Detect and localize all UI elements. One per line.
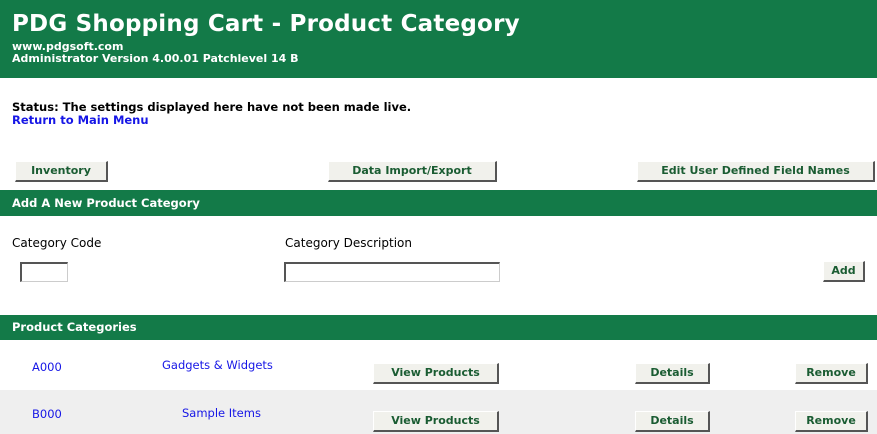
category-description-input[interactable] [284, 262, 500, 282]
details-button[interactable]: Details [635, 363, 710, 384]
category-code-link[interactable]: B000 [32, 407, 62, 421]
product-categories-heading: Product Categories [0, 315, 877, 340]
page-header: PDG Shopping Cart - Product Category www… [0, 0, 877, 78]
details-button[interactable]: Details [635, 411, 710, 432]
inventory-button[interactable]: Inventory [15, 161, 108, 182]
status-message: Status: The settings displayed here have… [12, 100, 412, 114]
view-products-button[interactable]: View Products [373, 411, 499, 432]
remove-button[interactable]: Remove [795, 411, 868, 432]
category-code-input[interactable] [20, 262, 68, 282]
data-import-export-button[interactable]: Data Import/Export [328, 161, 497, 182]
edit-user-defined-field-names-button[interactable]: Edit User Defined Field Names [637, 161, 875, 182]
return-to-main-menu-link[interactable]: Return to Main Menu [12, 113, 149, 127]
add-category-heading: Add A New Product Category [0, 190, 877, 216]
version-info: Administrator Version 4.00.01 Patchlevel… [12, 52, 299, 65]
table-row: B000 Sample Items View Products Details … [0, 390, 877, 434]
category-description-link[interactable]: Gadgets & Widgets [162, 358, 273, 372]
category-description-link[interactable]: Sample Items [182, 406, 261, 420]
category-code-label: Category Code [12, 236, 102, 250]
page-title: PDG Shopping Cart - Product Category [12, 11, 520, 37]
table-row: A000 Gadgets & Widgets View Products Det… [0, 343, 877, 387]
remove-button[interactable]: Remove [795, 363, 868, 384]
view-products-button[interactable]: View Products [373, 363, 499, 384]
add-category-button[interactable]: Add [823, 261, 865, 282]
category-code-link[interactable]: A000 [32, 360, 62, 374]
category-description-label: Category Description [285, 236, 412, 250]
